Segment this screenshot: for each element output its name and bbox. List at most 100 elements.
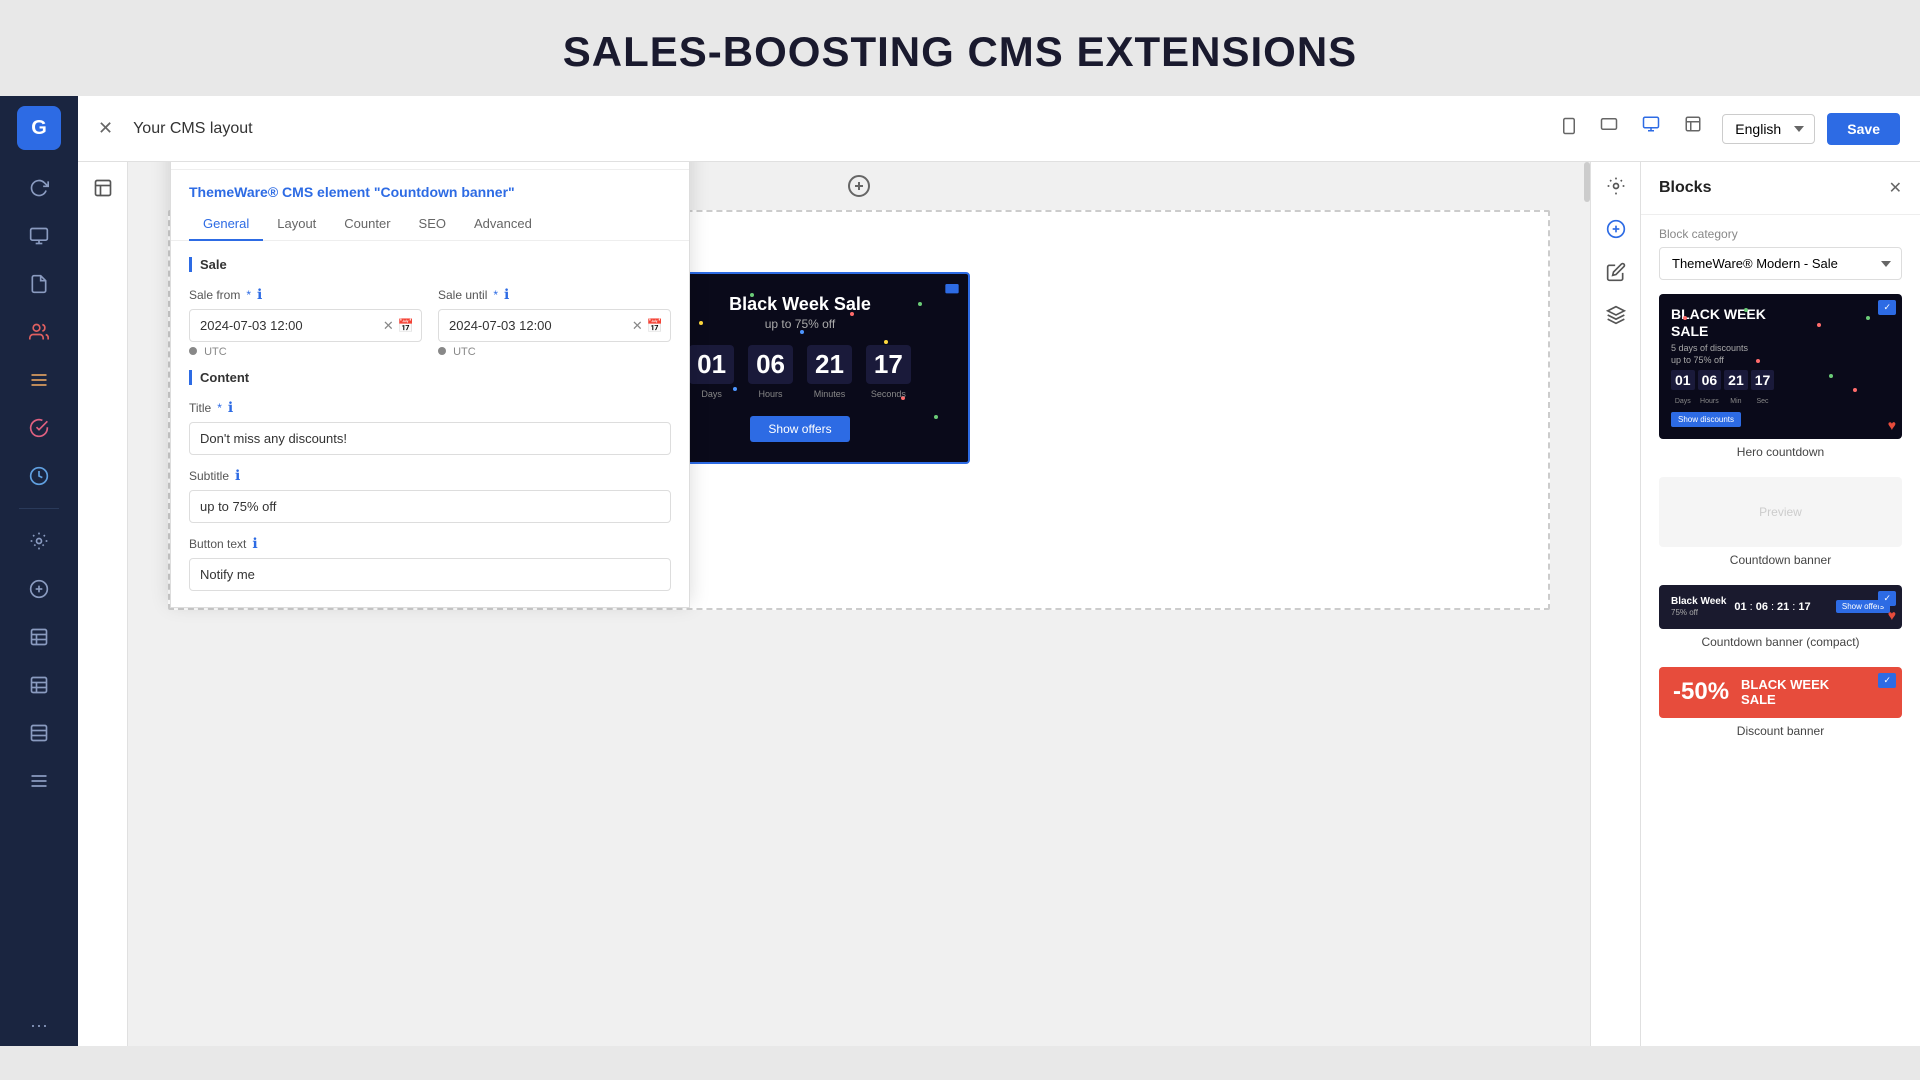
block-category-select[interactable]: ThemeWare® Modern - Sale	[1659, 247, 1902, 280]
layers-icon[interactable]	[1606, 305, 1626, 330]
button-text-input[interactable]	[189, 558, 671, 591]
sale-until-utc: UTC	[438, 346, 671, 358]
sale-section-label: Sale	[189, 257, 671, 272]
layout-title: Your CMS layout	[133, 120, 1542, 138]
edit-icon[interactable]	[1606, 262, 1626, 287]
sale-until-calendar[interactable]: 📅	[647, 318, 663, 334]
block-item-countdown-compact: ✓ Black Week 75% off 01: 06: 21: 17	[1659, 585, 1902, 649]
sidebar-icon-layers[interactable]	[19, 216, 59, 256]
tab-advanced[interactable]: Advanced	[460, 208, 546, 241]
editor-main: ✕ Your CMS layout English	[78, 96, 1920, 1046]
sale-until-clear[interactable]: ✕	[632, 318, 643, 334]
subtitle-info[interactable]: ℹ	[235, 467, 240, 484]
sidebar-icon-table1[interactable]	[19, 617, 59, 657]
editor-toolbar: ✕ Your CMS layout English	[78, 96, 1920, 162]
sidebar-more[interactable]: ···	[30, 1015, 48, 1036]
language-select[interactable]: English German French	[1722, 114, 1815, 144]
sale-until-group: Sale until * ℹ ✕ 📅	[438, 286, 671, 358]
logo[interactable]: G	[17, 106, 61, 150]
timer-minutes: 21	[807, 345, 852, 384]
hero-preview-content: BLACK WEEKSALE 5 days of discounts up to…	[1671, 306, 1890, 427]
sidebar-icon-table3[interactable]	[19, 713, 59, 753]
sidebar-icon-settings[interactable]	[19, 521, 59, 561]
settings-icon[interactable]	[1606, 176, 1626, 201]
canvas-area: Choose from various slides with extremel…	[128, 162, 1590, 1046]
sidebar-icon-add[interactable]	[19, 569, 59, 609]
tab-layout[interactable]: Layout	[263, 208, 330, 241]
subtitle-input[interactable]	[189, 490, 671, 523]
sale-dates-row: Sale from * ℹ ✕ 📅	[189, 286, 671, 358]
timer-days-label: Days	[701, 389, 722, 399]
panel-header: Element settings	[171, 162, 689, 170]
block-category-label: Block category	[1641, 215, 1920, 247]
timer-seconds-label: Seconds	[871, 389, 906, 399]
sidebar-icon-marketing[interactable]	[19, 408, 59, 448]
button-text-label: Button text ℹ	[189, 535, 671, 552]
sale-from-icons: ✕ 📅	[383, 318, 414, 334]
add-block-icon[interactable]	[1606, 219, 1626, 244]
close-button[interactable]: ✕	[98, 118, 113, 139]
layout-icon[interactable]	[1678, 111, 1708, 146]
tab-general[interactable]: General	[189, 208, 263, 241]
button-text-group: Button text ℹ	[189, 535, 671, 591]
countdown-banner-name: Countdown banner	[1659, 553, 1902, 567]
mobile-icon[interactable]	[1556, 111, 1582, 146]
discount-banner-preview: ✓ -50% BLACK WEEKSALE ♥	[1659, 667, 1902, 718]
sale-from-label: Sale from * ℹ	[189, 286, 422, 303]
sale-from-info[interactable]: ℹ	[257, 286, 262, 303]
timer-hours-label: Hours	[759, 389, 783, 399]
right-icon-bar	[1590, 162, 1640, 1046]
compact-preview: ✓ Black Week 75% off 01: 06: 21: 17	[1659, 585, 1902, 629]
sidebar-icon-table2[interactable]	[19, 665, 59, 705]
editor-content: Choose from various slides with extremel…	[78, 162, 1920, 1046]
subtitle-label: Subtitle ℹ	[189, 467, 671, 484]
hero-countdown-name: Hero countdown	[1659, 445, 1902, 459]
tab-counter[interactable]: Counter	[330, 208, 404, 241]
discount-right: BLACK WEEKSALE	[1741, 677, 1829, 708]
content-section: Content Title * ℹ	[189, 370, 671, 591]
title-info[interactable]: ℹ	[228, 399, 233, 416]
content-section-label: Content	[189, 370, 671, 385]
compact-heart[interactable]: ♥	[1888, 607, 1896, 623]
compact-badge: ✓	[1878, 591, 1896, 606]
sidebar-icon-pages[interactable]	[19, 264, 59, 304]
canvas-scrollbar[interactable]	[1584, 162, 1590, 1046]
show-offers-button[interactable]: Show offers	[750, 416, 849, 442]
sale-from-group: Sale from * ℹ ✕ 📅	[189, 286, 422, 358]
panel-tabs: General Layout Counter SEO Advanced	[171, 208, 689, 241]
sale-from-calendar[interactable]: 📅	[398, 318, 414, 334]
hero-preview-heart[interactable]: ♥	[1888, 417, 1896, 433]
device-icons	[1556, 111, 1708, 146]
timer-hours: 06	[748, 345, 793, 384]
discount-badge: ✓	[1878, 673, 1896, 688]
sidebar-icon-users[interactable]	[19, 312, 59, 352]
canvas-scrollbar-thumb[interactable]	[1584, 162, 1590, 202]
panel-body: Sale Sale from * ℹ	[171, 241, 689, 607]
title-label: Title * ℹ	[189, 399, 671, 416]
hero-preview-show-btn[interactable]: Show discounts	[1671, 412, 1741, 427]
compact-timer: 01: 06: 21: 17	[1734, 601, 1810, 613]
title-input[interactable]	[189, 422, 671, 455]
sidebar-icon-timer[interactable]	[19, 456, 59, 496]
block-item-discount-banner: ✓ -50% BLACK WEEKSALE ♥ Discount banner	[1659, 667, 1902, 738]
sale-until-info[interactable]: ℹ	[504, 286, 509, 303]
sidebar-icon-refresh[interactable]	[19, 168, 59, 208]
sale-until-icons: ✕ 📅	[632, 318, 663, 334]
banner-title: Black Week Sale	[652, 294, 948, 315]
tablet-icon[interactable]	[1594, 111, 1624, 146]
sidebar-icon-table4[interactable]	[19, 761, 59, 801]
sale-from-clear[interactable]: ✕	[383, 318, 394, 334]
hero-preview-left: BLACK WEEKSALE 5 days of discounts up to…	[1671, 306, 1774, 427]
desktop-icon[interactable]	[1636, 111, 1666, 146]
button-text-info[interactable]: ℹ	[252, 535, 257, 552]
sale-from-utc: UTC	[189, 346, 422, 358]
timer-days: 01	[689, 345, 734, 384]
left-panel-layout-icon[interactable]	[93, 178, 113, 203]
timer-seconds: 17	[866, 345, 911, 384]
discount-heart[interactable]: ♥	[1888, 696, 1896, 712]
sidebar-icon-menu[interactable]	[19, 360, 59, 400]
blocks-close-button[interactable]: ✕	[1889, 178, 1902, 198]
tab-seo[interactable]: SEO	[405, 208, 460, 241]
save-button[interactable]: Save	[1827, 113, 1900, 145]
subtitle-group: Subtitle ℹ	[189, 467, 671, 523]
